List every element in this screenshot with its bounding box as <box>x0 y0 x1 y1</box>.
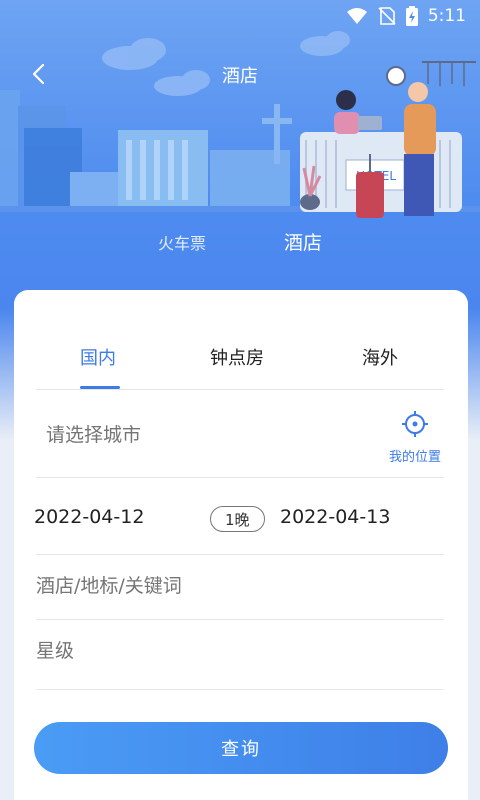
category-tabs: 火车票 酒店 <box>0 222 480 262</box>
star-rating-field[interactable] <box>36 640 416 662</box>
tab-hourly-room[interactable]: 钟点房 <box>210 344 264 370</box>
checkin-date[interactable]: 2022-04-12 <box>34 506 144 528</box>
battery-charging-icon <box>405 6 418 26</box>
keyword-input[interactable] <box>36 575 416 597</box>
region-tabs: 国内 钟点房 海外 <box>36 320 444 390</box>
no-sim-icon <box>378 7 396 25</box>
tab-domestic[interactable]: 国内 <box>80 344 116 370</box>
hotel-illustration: HOTEL <box>0 31 480 218</box>
checkout-date[interactable]: 2022-04-13 <box>280 506 390 528</box>
star-row <box>36 620 444 690</box>
search-button[interactable]: 查询 <box>34 722 448 774</box>
active-tab-indicator <box>80 386 120 389</box>
status-time: 5:11 <box>427 6 466 26</box>
crosshair-icon <box>402 411 428 437</box>
page-title: 酒店 <box>222 66 258 87</box>
date-row: 2022-04-12 1晚 2022-04-13 <box>34 478 444 555</box>
city-input[interactable] <box>46 424 346 446</box>
hotel-search-card: 国内 钟点房 海外 我的位置 2022-04-12 1晚 2022-04-13 … <box>14 290 468 800</box>
tab-train-tickets[interactable]: 火车票 <box>158 230 206 254</box>
tab-hotel[interactable]: 酒店 <box>284 228 322 255</box>
wifi-icon <box>346 8 367 24</box>
nav-bar: 酒店 <box>0 52 480 96</box>
my-location-button[interactable]: 我的位置 <box>382 410 448 465</box>
status-bar: 5:11 <box>0 0 480 32</box>
city-row: 我的位置 <box>36 390 444 478</box>
tab-overseas[interactable]: 海外 <box>362 344 398 370</box>
nights-badge: 1晚 <box>210 506 265 532</box>
my-location-label: 我的位置 <box>388 450 441 465</box>
keyword-row <box>36 555 444 620</box>
